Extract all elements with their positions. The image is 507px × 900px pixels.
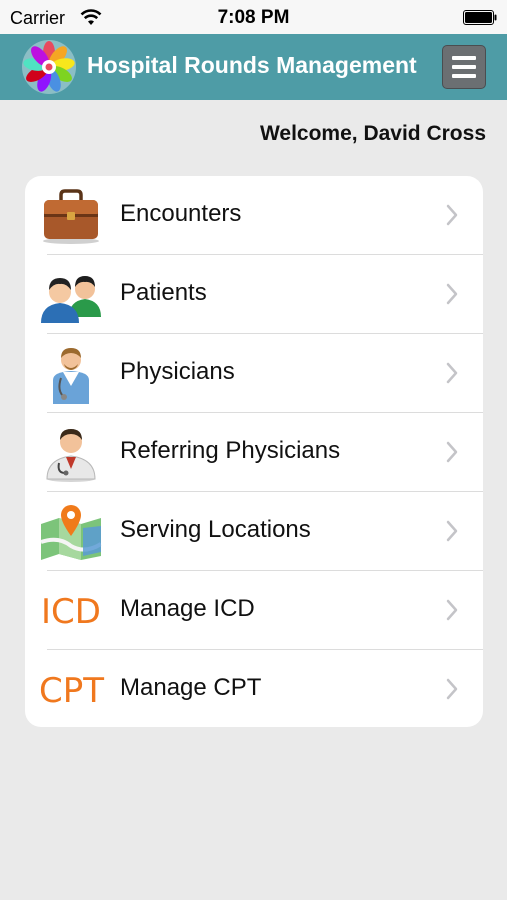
menu-item-label: Manage ICD [120,595,255,622]
chevron-right-icon [446,520,458,542]
menu-item-label: Physicians [120,358,235,385]
battery-icon [463,10,497,25]
menu-item-physicians[interactable]: Physicians [25,334,483,413]
menu-item-label: Serving Locations [120,516,311,543]
cpt-icon-text: CPT [39,671,105,711]
hamburger-icon-bar [452,65,476,69]
menu-item-referring-physicians[interactable]: Referring Physicians [25,413,483,492]
chevron-right-icon [446,441,458,463]
physician-icon [53,348,89,404]
menu-item-serving-locations[interactable]: Serving Locations [25,492,483,571]
doctor-icon [46,429,96,482]
icd-icon: ICD [39,581,103,641]
chevron-right-icon [446,599,458,621]
chevron-right-icon [446,678,458,700]
app-title: Hospital Rounds Management [87,52,417,78]
chevron-right-icon [446,204,458,226]
patients-icon [41,276,101,323]
icd-icon-text: ICD [41,592,101,632]
cpt-icon: CPT [39,660,105,720]
briefcase-icon [43,189,99,244]
menu-item-label: Patients [120,279,207,306]
menu-item-label: Referring Physicians [120,437,341,464]
nav-bar: Hospital Rounds Management [0,34,507,100]
hamburger-icon-bar [452,74,476,78]
menu-item-manage-icd[interactable]: ICD Manage ICD [25,571,483,650]
menu-item-encounters[interactable]: Encounters [25,176,483,255]
welcome-message: Welcome, David Cross [259,122,486,145]
app-logo-icon [22,40,76,94]
map-pin-icon [40,505,103,560]
chevron-right-icon [446,283,458,305]
menu-item-label: Encounters [120,200,242,227]
chevron-right-icon [446,362,458,384]
hamburger-icon [452,56,476,60]
menu-item-manage-cpt[interactable]: CPT Manage CPT [25,650,483,727]
menu-item-label: Manage CPT [120,674,262,701]
main-menu-list: Encounters Patients Physicians Referring… [25,176,483,727]
menu-item-patients[interactable]: Patients [25,255,483,334]
status-time: 7:08 PM [217,7,290,28]
hamburger-menu-button[interactable] [442,45,486,89]
status-bar: Carrier 7:08 PM [0,0,507,34]
